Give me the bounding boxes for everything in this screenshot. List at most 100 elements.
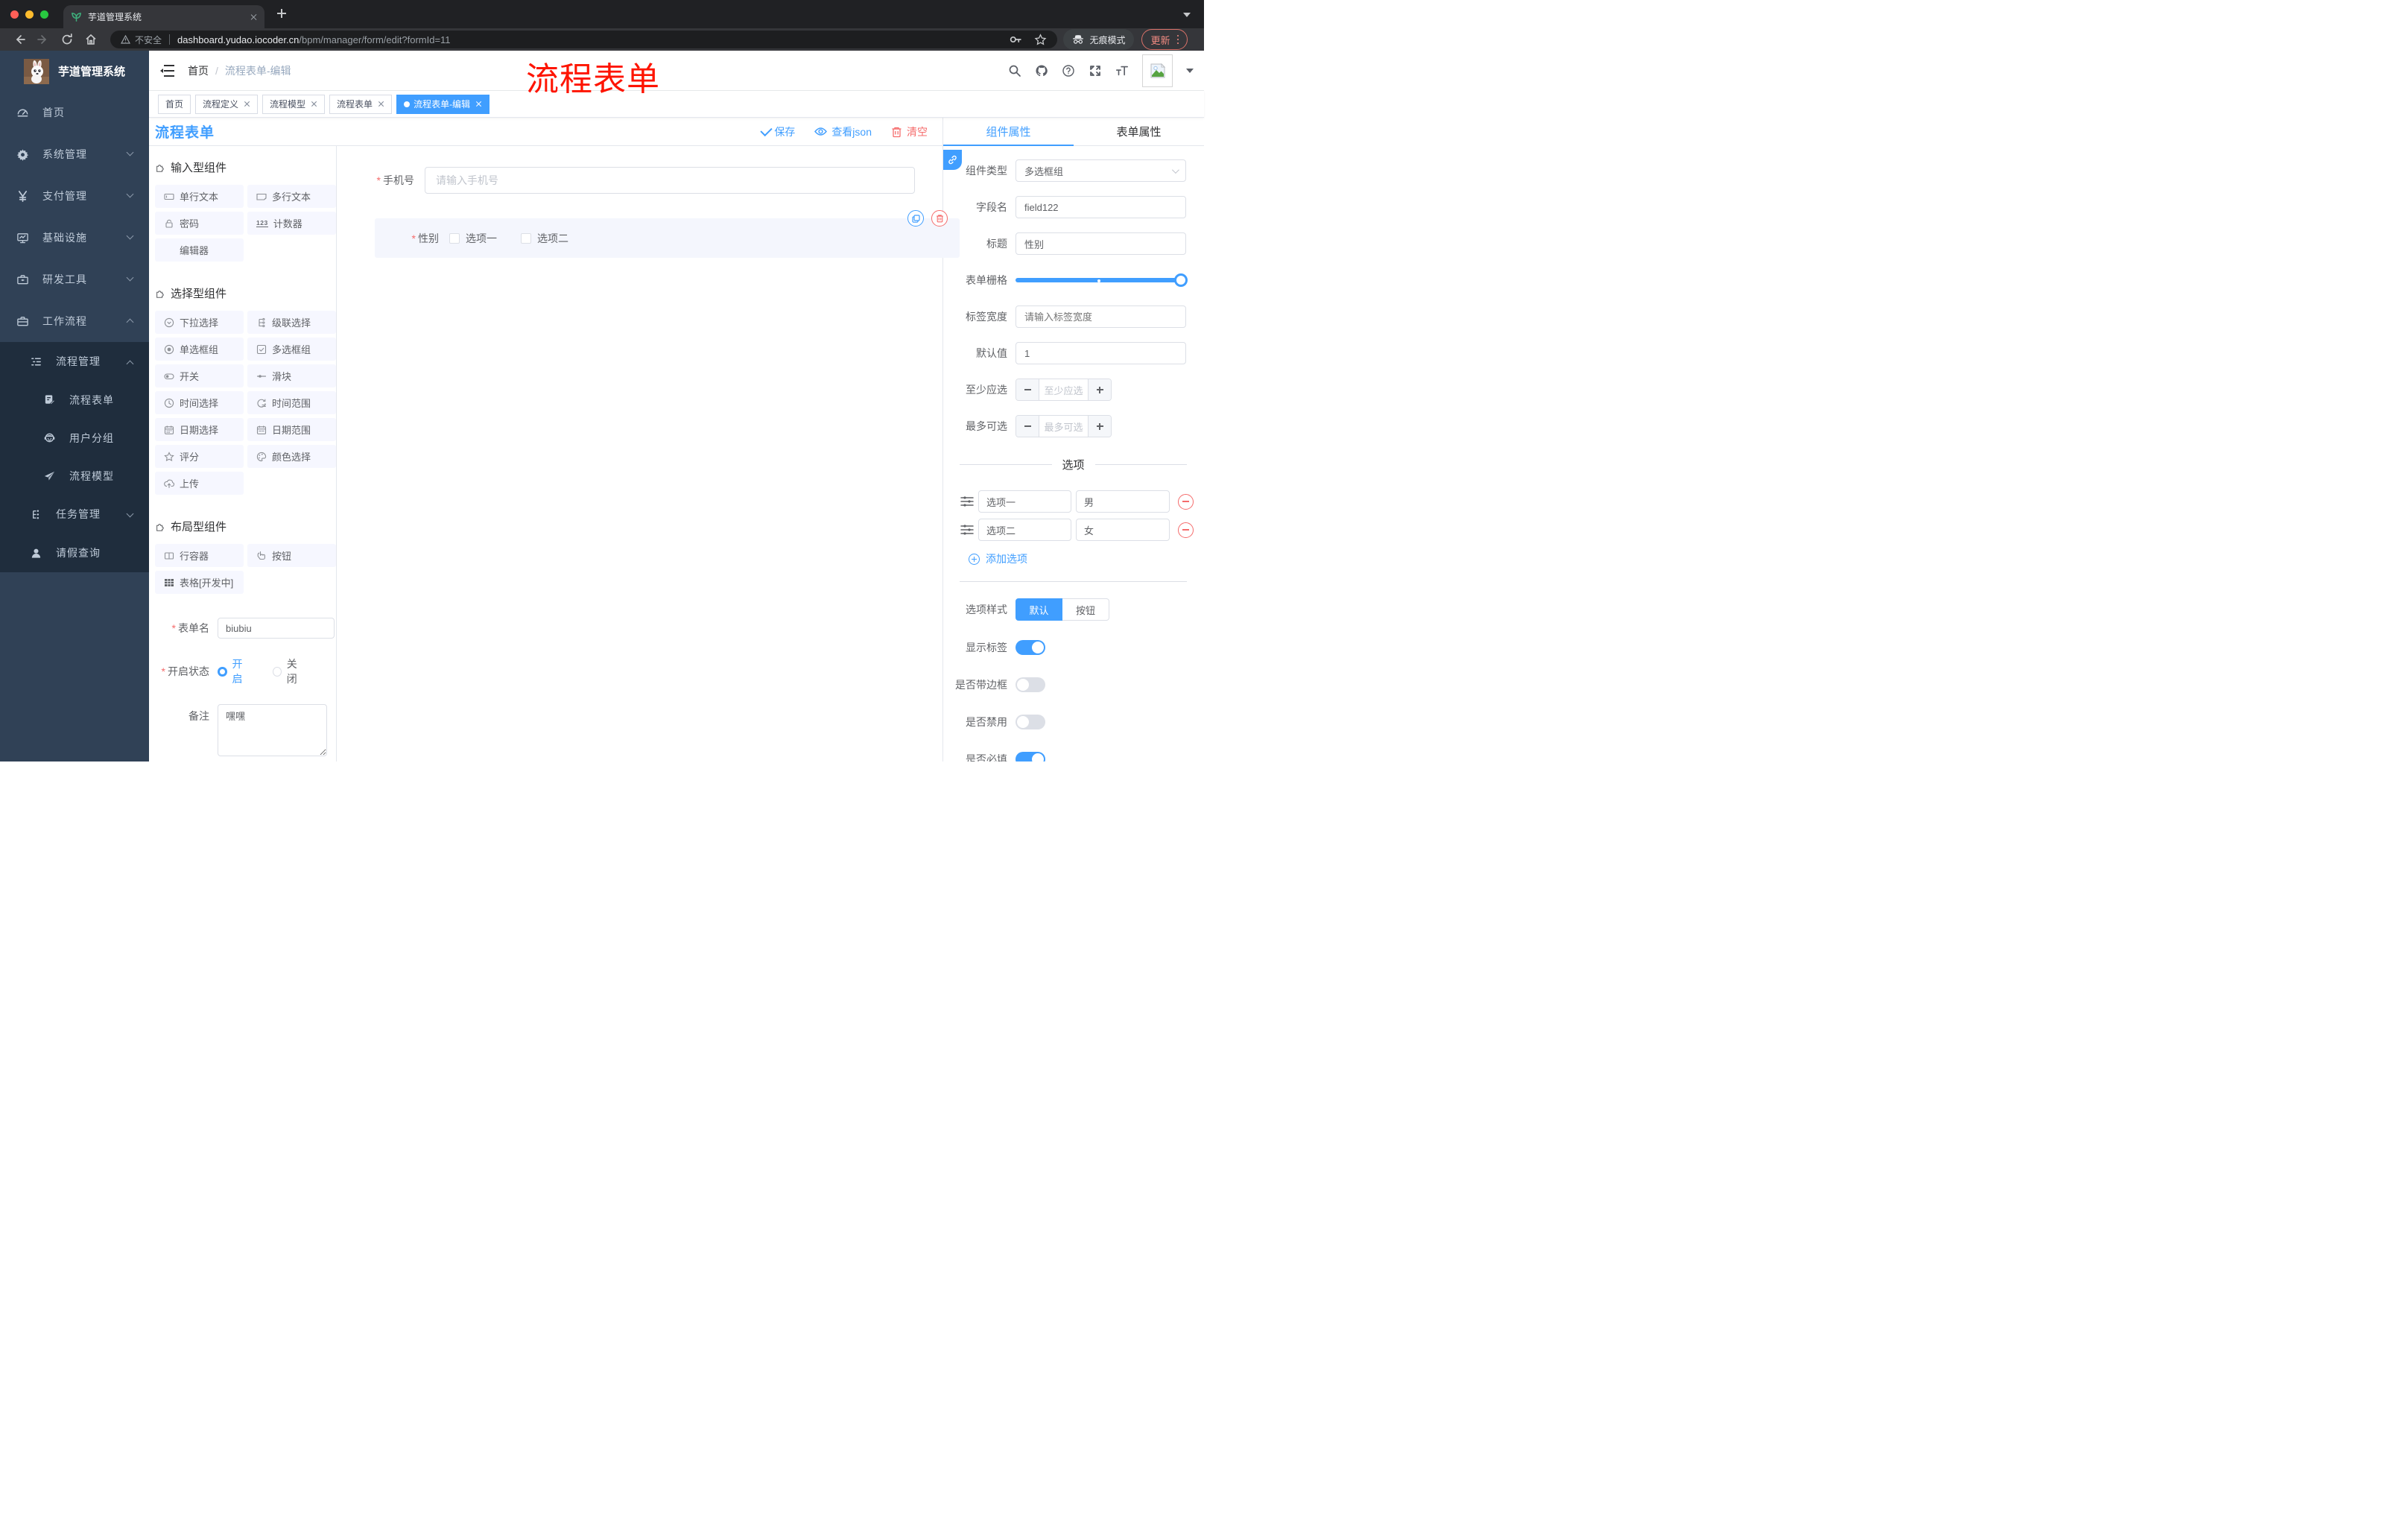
back-icon[interactable]	[13, 33, 26, 46]
component-date-range[interactable]: 日期范围	[247, 418, 336, 441]
default-value-input[interactable]	[1016, 342, 1186, 364]
help-icon[interactable]	[1062, 64, 1075, 77]
password-key-icon[interactable]	[1009, 33, 1022, 46]
maximize-window-button[interactable]	[40, 10, 48, 19]
home-icon[interactable]	[84, 33, 98, 46]
phone-field-row[interactable]: 手机号	[362, 167, 935, 194]
tag-home[interactable]: 首页	[158, 94, 191, 114]
field-name-input[interactable]	[1016, 196, 1186, 218]
component-password[interactable]: 密码	[155, 212, 244, 235]
sidebar-item-infra[interactable]: 基础设施	[0, 217, 149, 259]
tag-close-icon[interactable]	[475, 101, 482, 107]
component-type-select[interactable]: 多选框组	[1016, 159, 1186, 182]
tag-close-icon[interactable]	[311, 101, 317, 107]
font-size-icon[interactable]	[1115, 64, 1129, 77]
component-time-picker[interactable]: 时间选择	[155, 391, 244, 414]
github-icon[interactable]	[1035, 64, 1048, 77]
sidebar-collapse-icon[interactable]	[160, 64, 174, 77]
component-editor[interactable]: 编辑器	[155, 238, 244, 262]
browser-menu-icon[interactable]	[1176, 34, 1179, 45]
sidebar-item-home[interactable]: 首页	[0, 92, 149, 133]
close-window-button[interactable]	[10, 10, 19, 19]
clear-button[interactable]: 清空	[891, 124, 928, 139]
increase-button[interactable]	[1088, 416, 1111, 437]
component-multi-text[interactable]: 多行文本	[247, 185, 336, 208]
remove-option-button[interactable]	[1178, 493, 1194, 510]
component-time-range[interactable]: 时间范围	[247, 391, 336, 414]
required-toggle[interactable]	[1016, 752, 1045, 762]
border-toggle[interactable]	[1016, 677, 1045, 692]
fullscreen-icon[interactable]	[1089, 64, 1102, 77]
increase-button[interactable]	[1088, 379, 1111, 400]
option-value-input[interactable]	[1076, 519, 1170, 541]
sidebar-item-system[interactable]: 系统管理	[0, 133, 149, 175]
slider-handle[interactable]	[1174, 273, 1188, 287]
decrease-button[interactable]	[1016, 416, 1039, 437]
view-json-button[interactable]: 查看json	[814, 124, 872, 139]
link-tab[interactable]	[943, 150, 962, 170]
tag-close-icon[interactable]	[378, 101, 384, 107]
tag-process-form-edit[interactable]: 流程表单-编辑	[396, 94, 490, 114]
component-upload[interactable]: 上传	[155, 472, 244, 495]
component-row-container[interactable]: 行容器	[155, 544, 244, 567]
tag-process-form[interactable]: 流程表单	[329, 94, 393, 114]
component-button[interactable]: 按钮	[247, 544, 336, 567]
drag-handle-icon[interactable]	[960, 524, 974, 536]
component-select[interactable]: 下拉选择	[155, 311, 244, 334]
form-remark-textarea[interactable]: 嘿嘿	[218, 704, 327, 756]
component-cascader[interactable]: 级联选择	[247, 311, 336, 334]
tag-close-icon[interactable]	[244, 101, 250, 107]
gender-option-1-checkbox[interactable]: 选项一	[449, 231, 497, 246]
title-input[interactable]	[1016, 232, 1186, 255]
reload-icon[interactable]	[60, 33, 74, 46]
component-rate[interactable]: 评分	[155, 445, 244, 468]
browser-tab[interactable]: 芋道管理系统	[63, 5, 264, 28]
disabled-toggle[interactable]	[1016, 715, 1045, 729]
status-off-radio[interactable]: 关闭	[272, 656, 307, 686]
component-counter[interactable]: 123 计数器	[247, 212, 336, 235]
decrease-button[interactable]	[1016, 379, 1039, 400]
tab-search-caret-icon[interactable]	[1183, 13, 1191, 17]
form-canvas[interactable]: 手机号 性别 选项一 选项二	[337, 146, 960, 762]
avatar[interactable]	[1142, 54, 1173, 87]
sidebar-item-leave-query[interactable]: 请假查询	[0, 533, 149, 572]
style-button-button[interactable]: 按钮	[1062, 598, 1109, 621]
tab-close-icon[interactable]	[250, 13, 257, 21]
min-select-value[interactable]: 至少应选	[1039, 379, 1088, 400]
sidebar-item-process-mgmt[interactable]: 流程管理	[0, 342, 149, 381]
gender-option-2-checkbox[interactable]: 选项二	[521, 231, 568, 246]
component-radio-group[interactable]: 单选框组	[155, 338, 244, 361]
tab-component-props[interactable]: 组件属性	[943, 118, 1074, 146]
tag-process-model[interactable]: 流程模型	[262, 94, 326, 114]
bookmark-star-icon[interactable]	[1034, 33, 1047, 46]
tag-process-definition[interactable]: 流程定义	[195, 94, 259, 114]
drag-handle-icon[interactable]	[960, 495, 974, 507]
option-value-input[interactable]	[1076, 490, 1170, 513]
phone-field-input[interactable]	[425, 167, 915, 194]
sidebar-item-workflow[interactable]: 工作流程	[0, 300, 149, 342]
duplicate-field-button[interactable]	[907, 210, 924, 227]
sidebar-item-payment[interactable]: 支付管理	[0, 175, 149, 217]
component-color-picker[interactable]: 颜色选择	[247, 445, 336, 468]
component-slider[interactable]: 滑块	[247, 364, 336, 387]
browser-update-button[interactable]: 更新	[1141, 29, 1188, 50]
gender-field-selected[interactable]: 性别 选项一 选项二	[375, 210, 960, 258]
save-button[interactable]: 保存	[760, 124, 795, 139]
remove-option-button[interactable]	[1178, 522, 1194, 538]
breadcrumb-home[interactable]: 首页	[188, 63, 209, 78]
status-on-radio[interactable]: 开启	[218, 656, 252, 686]
form-name-input[interactable]	[218, 618, 335, 639]
component-switch[interactable]: 开关	[155, 364, 244, 387]
search-icon[interactable]	[1008, 64, 1021, 77]
style-default-button[interactable]: 默认	[1016, 598, 1062, 621]
sidebar-item-user-group[interactable]: 用户分组	[0, 419, 149, 457]
component-table-dev[interactable]: 表格[开发中]	[155, 571, 244, 594]
component-checkbox-group[interactable]: 多选框组	[247, 338, 336, 361]
sidebar-item-devtools[interactable]: 研发工具	[0, 259, 149, 300]
option-label-input[interactable]	[978, 490, 1071, 513]
form-grid-slider[interactable]	[1016, 273, 1188, 287]
security-chip[interactable]: 不安全	[121, 34, 162, 46]
tab-form-props[interactable]: 表单属性	[1074, 118, 1204, 145]
sidebar-item-process-model[interactable]: 流程模型	[0, 457, 149, 495]
forward-icon[interactable]	[37, 33, 50, 46]
